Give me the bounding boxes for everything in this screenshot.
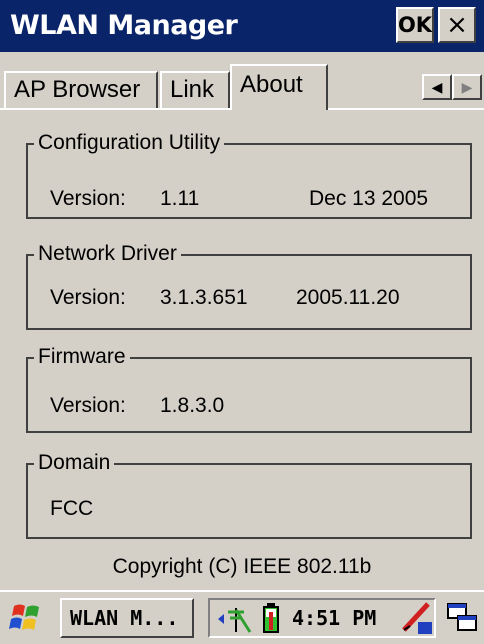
- tab-link[interactable]: Link: [160, 71, 230, 109]
- scroll-right-icon: ▶: [461, 78, 473, 95]
- firmware-title: Firmware: [34, 344, 130, 370]
- tab-about[interactable]: About: [230, 64, 328, 110]
- window-title: WLAN Manager: [10, 10, 238, 41]
- config-version-label: Version:: [50, 187, 126, 210]
- tab-scroll-left-button[interactable]: ◀: [422, 74, 452, 100]
- network-antenna-icon[interactable]: [216, 604, 254, 634]
- firmware-version-label: Version:: [50, 394, 126, 417]
- pen-input-icon[interactable]: [400, 600, 434, 636]
- task-wlan-manager-button[interactable]: WLAN M...: [60, 598, 194, 638]
- ok-button[interactable]: OK: [396, 7, 434, 43]
- desktop-windows-icon[interactable]: [446, 602, 480, 634]
- driver-version-label: Version:: [50, 286, 126, 309]
- firmware-version-value: 1.8.3.0: [160, 394, 225, 417]
- config-version-value: 1.11: [160, 187, 200, 210]
- scroll-left-icon: ◀: [431, 78, 443, 95]
- network-driver-title: Network Driver: [34, 241, 181, 267]
- domain-value: FCC: [50, 497, 94, 520]
- copyright-text: Copyright (C) IEEE 802.11b: [112, 555, 372, 578]
- battery-icon[interactable]: [262, 602, 280, 634]
- clock[interactable]: 4:51 PM: [292, 606, 376, 630]
- tab-scroll-right-button[interactable]: ▶: [452, 74, 482, 100]
- config-date-value: Dec 13 2005: [309, 187, 429, 210]
- driver-version-value: 3.1.3.651: [160, 286, 248, 309]
- windows-start-icon[interactable]: [8, 600, 44, 636]
- taskbar: WLAN M... 4:51 PM: [0, 590, 484, 644]
- config-utility-title: Configuration Utility: [34, 130, 225, 156]
- title-bar: WLAN Manager OK ×: [0, 0, 484, 52]
- close-button[interactable]: ×: [438, 7, 476, 43]
- driver-date-value: 2005.11.20: [296, 286, 400, 309]
- domain-title: Domain: [34, 450, 115, 476]
- tab-ap-browser[interactable]: AP Browser: [4, 71, 158, 109]
